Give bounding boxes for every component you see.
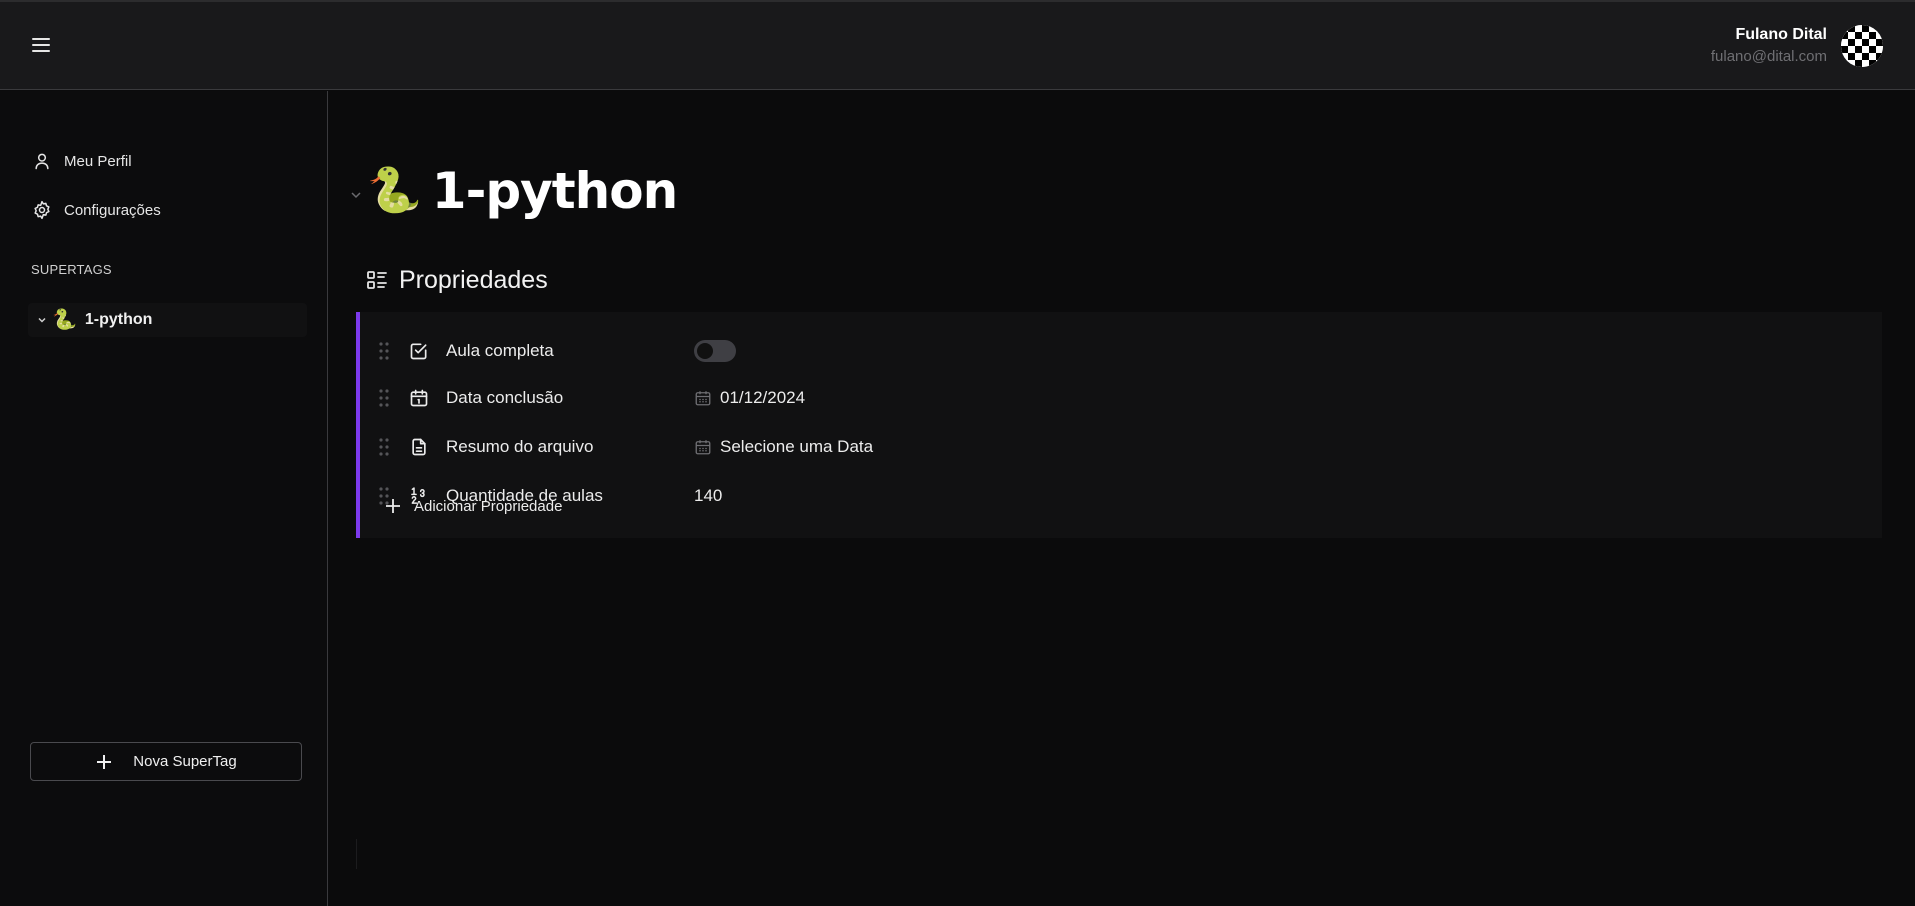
add-property-button[interactable]: Adicionar Propriedade (384, 491, 562, 521)
page-title[interactable]: 1-python (432, 162, 678, 220)
tag-label: 1-python (84, 311, 153, 328)
supertags-section-title: SUPERTAGS (31, 262, 112, 277)
properties-header: Propriedades (365, 263, 548, 297)
property-value[interactable]: 01/12/2024 (694, 388, 805, 408)
number-value: 140 (694, 486, 723, 505)
calendar-icon (695, 391, 711, 406)
calendar-icon (695, 440, 711, 455)
page-title-row: 🐍 1-python (349, 161, 678, 221)
sidebar-item-meu-perfil[interactable]: Meu Perfil (30, 147, 132, 175)
hamburger-menu-icon[interactable] (30, 35, 54, 55)
property-value (694, 340, 736, 362)
sidebar-item-label: Configurações (64, 201, 161, 219)
list-details-icon (367, 271, 387, 289)
checkerboard-avatar-icon[interactable] (1841, 25, 1883, 67)
properties-title: Propriedades (399, 265, 548, 294)
user-icon (30, 149, 54, 173)
property-row: Aula completa (378, 334, 1278, 368)
drag-handle-icon[interactable] (378, 341, 390, 361)
property-value[interactable]: Selecione uma Data (694, 437, 873, 457)
chevron-down-icon[interactable] (36, 314, 48, 326)
property-row: Data conclusão 01/12/2024 (378, 381, 1278, 415)
gear-icon (30, 198, 54, 222)
main-content: 🐍 1-python Propriedades Aula completa Da… (329, 91, 1915, 906)
checkbox-icon (408, 340, 430, 362)
calendar-icon (408, 387, 430, 409)
property-name[interactable]: Resumo do arquivo (446, 437, 694, 457)
snake-emoji-icon[interactable]: 🐍 (367, 169, 422, 213)
property-name[interactable]: Data conclusão (446, 388, 694, 408)
date-placeholder: Selecione uma Data (720, 437, 874, 456)
aula-completa-toggle[interactable] (694, 340, 736, 362)
drag-handle-icon[interactable] (378, 437, 390, 457)
property-name[interactable]: Aula completa (446, 341, 694, 361)
date-value: 01/12/2024 (720, 388, 806, 407)
document-icon (408, 436, 430, 458)
plus-icon (386, 499, 400, 513)
new-supertag-label: Nova SuperTag (133, 753, 237, 770)
sidebar-tag-1-python[interactable]: 🐍 1-python (28, 303, 307, 337)
property-value[interactable]: 140 (694, 486, 722, 506)
add-property-label: Adicionar Propriedade (414, 497, 563, 515)
plus-icon (97, 754, 112, 769)
user-name: Fulano Dital (1735, 26, 1827, 43)
sidebar-item-configuracoes[interactable]: Configurações (30, 196, 161, 224)
sidebar: Meu Perfil Configurações SUPERTAGS 🐍 1-p… (0, 91, 328, 906)
drag-handle-icon[interactable] (378, 388, 390, 408)
user-info[interactable]: Fulano Dital fulano@dital.com (1711, 25, 1827, 67)
top-bar: Fulano Dital fulano@dital.com (0, 0, 1915, 90)
property-row: Resumo do arquivo Selecione uma Data (378, 430, 1278, 464)
snake-emoji-icon: 🐍 (52, 309, 77, 331)
sidebar-item-label: Meu Perfil (64, 152, 132, 170)
chevron-down-icon[interactable] (349, 188, 363, 202)
user-email: fulano@dital.com (1710, 48, 1827, 65)
new-supertag-button[interactable]: Nova SuperTag (30, 742, 302, 781)
divider (356, 839, 357, 869)
properties-panel: Aula completa Data conclusão 01/12/2024 … (356, 312, 1882, 538)
